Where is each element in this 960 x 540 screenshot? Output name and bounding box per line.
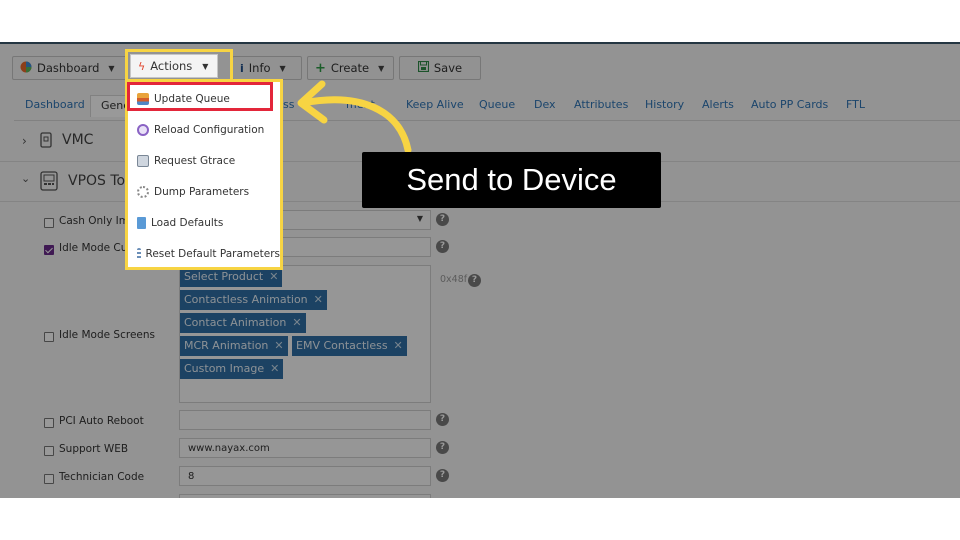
close-icon[interactable]: ✕ [269,270,278,283]
tab-attributes[interactable]: Attributes [574,98,628,111]
tab-auto-pp-cards[interactable]: Auto PP Cards [751,98,828,111]
help-icon[interactable]: ? [436,469,449,482]
load-icon [137,217,146,229]
chip-select-product[interactable]: Select Product ✕ [180,267,283,287]
tab-queue[interactable]: Queue [479,98,515,111]
pci-auto-reboot-checkbox[interactable] [44,418,54,428]
menu-item-label: Dump Parameters [154,186,250,198]
close-icon[interactable]: ✕ [314,293,323,306]
callout-text: Send to Device [406,162,617,197]
dashboard-label: Dashboard [37,61,100,75]
close-icon[interactable]: ✕ [274,339,283,352]
chip-contact-animation[interactable]: Contact Animation ✕ [180,313,306,333]
idle-mode-screens-checkbox[interactable] [44,332,54,342]
tab-dashboard[interactable]: Dashboard [25,98,85,111]
cash-only-label: Cash Only Ima [59,215,136,227]
create-dropdown-button[interactable]: + Create ▼ [307,56,394,80]
pie-chart-icon [20,61,32,76]
close-icon[interactable]: ✕ [270,362,279,375]
tab-history[interactable]: History [645,98,684,111]
chip-mcr-animation[interactable]: MCR Animation ✕ [180,336,288,356]
menu-item-dump-parameters[interactable]: Dump Parameters [128,177,280,207]
tab-dex[interactable]: Dex [534,98,556,111]
chevron-down-icon: ▼ [202,61,209,71]
menu-item-reload-configuration[interactable]: Reload Configuration [128,115,280,145]
close-icon[interactable]: ✕ [292,316,301,329]
terminal-icon [40,171,58,195]
technician-code-label: Technician Code [59,471,145,483]
menu-item-label: Reload Configuration [154,124,265,136]
idle-mode-screens-label: Idle Mode Screens [59,329,155,341]
menu-item-label: Request Gtrace [154,155,236,167]
help-icon[interactable]: ? [436,240,449,253]
chevron-right-icon: › [22,134,27,148]
tab-alerts[interactable]: Alerts [702,98,734,111]
support-web-label: Support WEB [59,443,129,455]
idle-mode-custom-checkbox[interactable] [44,245,54,255]
device-icon [40,132,52,152]
tutorial-screenshot: Dashboard ▼ i Info ▼ + Create ▼ Save Das… [0,0,960,540]
save-label: Save [433,61,463,75]
cash-only-checkbox[interactable] [44,218,54,228]
tab-partial-2[interactable]: ment [346,98,375,111]
chevron-down-icon: ▼ [279,63,286,73]
help-icon[interactable]: ? [436,213,449,226]
callout-box: Send to Device [362,152,661,208]
chip-label: Contact Animation [184,316,287,329]
menu-item-request-gtrace[interactable]: Request Gtrace [128,146,280,176]
info-label: Info [248,61,271,75]
technician-code-checkbox[interactable] [44,474,54,484]
tab-ftl[interactable]: FTL [846,98,865,111]
chip-label: Contactless Animation [184,293,308,306]
dashboard-dropdown-button[interactable]: Dashboard ▼ [12,56,128,80]
info-icon: i [240,61,244,75]
selected-item-highlight [127,82,273,111]
create-label: Create [330,61,370,75]
lightning-icon: ϟ [138,59,146,73]
help-icon[interactable]: ? [436,413,449,426]
chevron-down-icon: ▼ [108,63,115,73]
idle-mode-custom-label: Idle Mode Cus [59,242,133,254]
hex-value: 0x48f [440,274,468,285]
chip-label: MCR Animation [184,339,269,352]
actions-label: Actions [150,59,193,73]
reload-icon [137,124,149,136]
save-button[interactable]: Save [399,56,481,80]
chip-label: EMV Contactless [296,339,388,352]
chip-label: Select Product [184,270,264,283]
tab-keep-alive[interactable]: Keep Alive [406,98,464,111]
chevron-down-icon: ⌄ [21,172,31,185]
menu-item-load-defaults[interactable]: Load Defaults [128,208,280,238]
menu-item-label: Load Defaults [151,217,224,229]
chevron-down-icon: ▼ [416,214,423,223]
chip-custom-image[interactable]: Custom Image ✕ [180,359,284,379]
technician-code-field[interactable]: 8 [179,466,431,486]
section-title-vmc: VMC [62,132,94,148]
chip-label: Custom Image [184,362,265,375]
support-web-checkbox[interactable] [44,446,54,456]
gear-icon [137,186,149,198]
save-icon [417,60,429,75]
help-icon[interactable]: ? [436,441,449,454]
actions-dropdown-button[interactable]: ϟ Actions ▼ [130,54,218,78]
help-icon[interactable]: ? [468,274,481,287]
tab-partial-1[interactable]: ss [283,98,294,111]
support-web-field[interactable]: www.nayax.com [179,438,431,458]
plus-icon: + [315,60,326,76]
trace-icon [137,155,149,167]
pci-auto-reboot-label: PCI Auto Reboot [59,415,144,427]
chip-emv-contactless[interactable]: EMV Contactless ✕ [292,336,407,356]
chip-contactless-animation[interactable]: Contactless Animation ✕ [180,290,327,310]
menu-item-reset-default-parameters[interactable]: Reset Default Parameters [128,239,280,269]
chevron-down-icon: ▼ [378,63,385,73]
next-field-partial[interactable] [179,494,431,498]
list-icon [137,248,141,260]
close-icon[interactable]: ✕ [394,339,403,352]
menu-item-label: Reset Default Parameters [145,248,280,260]
info-dropdown-button[interactable]: i Info ▼ [232,56,302,80]
pci-auto-reboot-field[interactable] [179,410,431,430]
